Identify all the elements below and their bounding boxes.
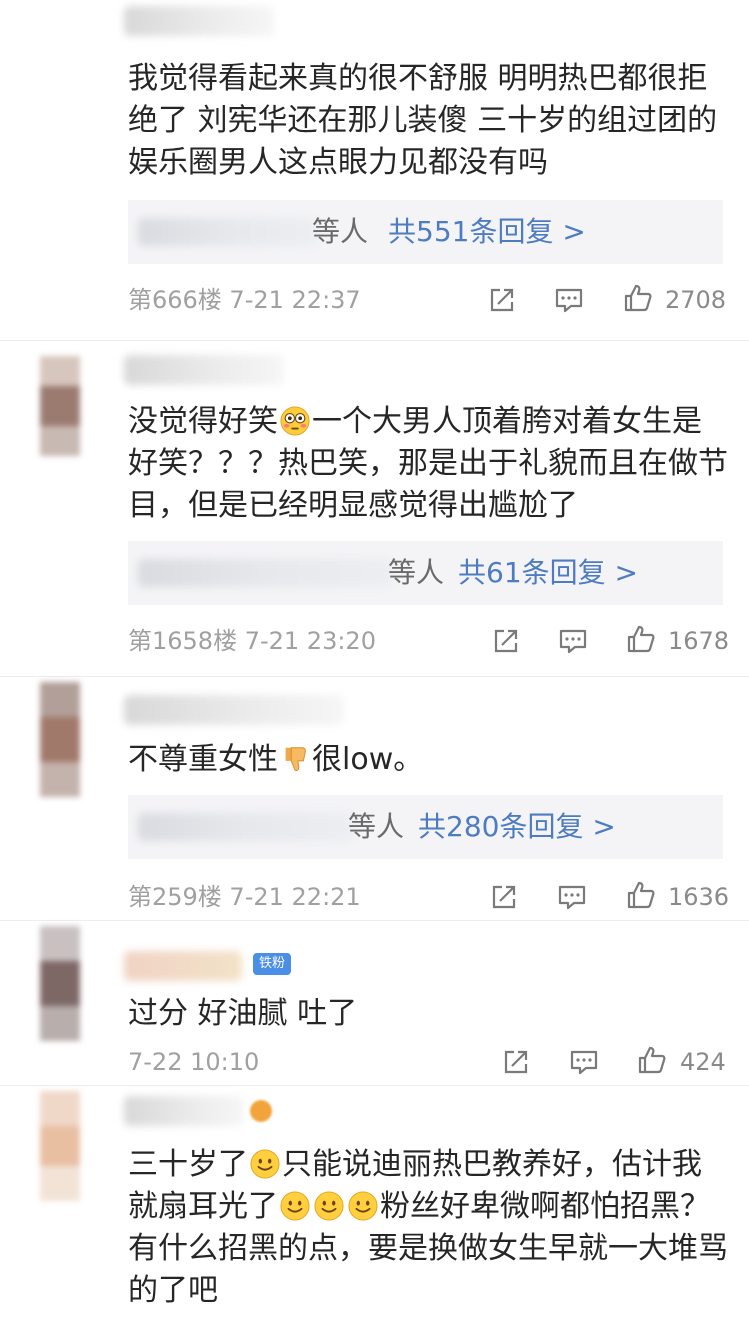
reply-count-link[interactable]: 共280条回复 > — [418, 809, 616, 845]
share-icon[interactable] — [500, 1046, 532, 1078]
comment-text: 我觉得看起来真的很不舒服 明明热巴都很拒绝了 刘宪华还在那儿装傻 三十岁的组过团… — [128, 61, 718, 180]
avatar[interactable] — [40, 926, 80, 1041]
comment-text: 过分 好油腻 吐了 — [128, 996, 358, 1031]
reply-users-blurred — [138, 559, 393, 587]
reply-count-link[interactable]: 共61条回复 > — [458, 555, 638, 591]
reply-preview[interactable]: 等人 共551条回复 > — [128, 200, 723, 264]
username-blurred[interactable] — [124, 6, 274, 36]
like-count: 2708 — [665, 286, 727, 314]
comment-text: 三十岁了 只能说迪丽热巴教养好，估计我就扇耳光了 粉丝好卑微啊都怕招黑？有什么招黑的… — [128, 1147, 728, 1308]
like-count: 424 — [680, 1048, 726, 1076]
reply-preview[interactable]: 等人 共61条回复 > — [128, 541, 723, 605]
comment-icon[interactable] — [556, 881, 588, 913]
reply-users-suffix: 等人 — [388, 556, 445, 589]
avatar[interactable] — [40, 356, 80, 456]
username-blurred[interactable] — [124, 1096, 244, 1126]
share-icon[interactable] — [488, 881, 520, 913]
thumbs-down-emoji — [280, 744, 310, 774]
slight-smile-emoji — [348, 1191, 378, 1221]
thumbs-up-icon[interactable] — [625, 623, 657, 655]
comment-item: 我觉得看起来真的很不舒服 明明热巴都很拒绝了 刘宪华还在那儿装傻 三十岁的组过团… — [0, 0, 749, 340]
avatar[interactable] — [40, 682, 80, 797]
comment-icon[interactable] — [553, 284, 585, 316]
share-icon[interactable] — [486, 284, 518, 316]
slight-smile-emoji — [280, 1191, 310, 1221]
fan-badge[interactable]: 铁粉 — [253, 953, 292, 975]
comment-item: 铁粉 过分 好油腻 吐了 7-22 10:10 424 — [0, 921, 749, 1085]
flushed-face-emoji — [280, 406, 310, 436]
like-count: 1678 — [668, 627, 730, 655]
fan-badge-icon — [250, 1100, 272, 1122]
thumbs-up-icon[interactable] — [622, 282, 654, 314]
comment-item: 三十岁了 只能说迪丽热巴教养好，估计我就扇耳光了 粉丝好卑微啊都怕招黑？有什么招黑的… — [0, 1086, 749, 1334]
reply-users-suffix: 等人 — [312, 215, 369, 248]
floor-and-time: 第1658楼 7-21 23:20 — [128, 627, 376, 655]
reply-count-link[interactable]: 共551条回复 > — [388, 214, 586, 250]
reply-users-suffix: 等人 — [348, 810, 405, 843]
floor-and-time: 第666楼 7-21 22:37 — [128, 286, 361, 314]
thumbs-up-icon[interactable] — [625, 879, 657, 911]
username-blurred[interactable] — [124, 951, 242, 981]
avatar[interactable] — [40, 1091, 80, 1201]
thumbs-up-icon[interactable] — [636, 1044, 668, 1076]
username-blurred[interactable] — [124, 355, 284, 385]
floor-and-time: 第259楼 7-21 22:21 — [128, 883, 361, 911]
comment-icon[interactable] — [568, 1046, 600, 1078]
username-blurred[interactable] — [124, 695, 344, 725]
reply-users-blurred — [138, 218, 318, 246]
slight-smile-emoji — [314, 1191, 344, 1221]
post-time: 7-22 10:10 — [128, 1048, 260, 1076]
comment-item: 没觉得好笑 一个大男人顶着胯对着女生是好笑？？？热巴笑，那是出于礼貌而且在做节目，… — [0, 341, 749, 676]
comment-text: 没觉得好笑 一个大男人顶着胯对着女生是好笑？？？热巴笑，那是出于礼貌而且在做节目，… — [128, 404, 728, 523]
slight-smile-emoji — [250, 1149, 280, 1179]
like-count: 1636 — [668, 883, 730, 911]
comment-item: 不尊重女性 很low。 等人 共280条回复 > 第259楼 7-21 22:21… — [0, 677, 749, 920]
reply-preview[interactable]: 等人 共280条回复 > — [128, 795, 723, 859]
comment-icon[interactable] — [557, 625, 589, 657]
reply-users-blurred — [138, 813, 353, 841]
comment-text: 不尊重女性 很low。 — [128, 742, 424, 777]
share-icon[interactable] — [490, 625, 522, 657]
